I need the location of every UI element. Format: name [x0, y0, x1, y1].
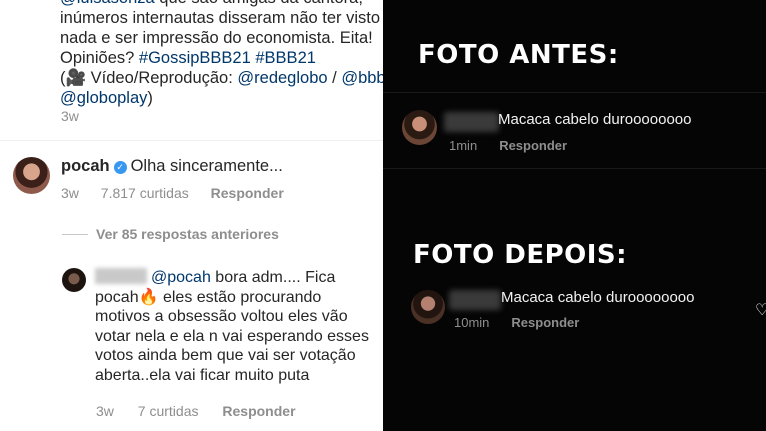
caption-text: ) — [147, 89, 153, 107]
heading-after: FOTO DEPOIS: — [413, 240, 628, 270]
reply-button[interactable]: Responder — [222, 403, 295, 419]
caption-line: inúmeros internautas disseram não ter vi… — [60, 8, 380, 28]
reply-text: bora adm.... Fica pocah🔥 eles estão proc… — [95, 269, 369, 384]
verified-badge-icon: ✓ — [113, 161, 127, 174]
caption-text: / — [327, 69, 342, 87]
avatar[interactable] — [13, 157, 50, 194]
caption-text: nada e ser impressão do economista. Eita… — [60, 29, 373, 47]
divider — [383, 168, 766, 169]
comment-time[interactable]: 10min — [454, 315, 489, 330]
heading-before: FOTO ANTES: — [418, 40, 619, 70]
caption-text: (🎥 Vídeo/Reprodução: — [60, 69, 238, 87]
blurred-username — [444, 112, 499, 132]
reply-comment: @pocah bora adm.... Fica pocah🔥 eles est… — [95, 268, 380, 385]
comment-time[interactable]: 3w — [61, 185, 79, 201]
caption-text: inúmeros internautas disseram não ter vi… — [60, 9, 381, 27]
caption-link[interactable]: @luisasonza — [60, 0, 155, 7]
caption-line: nada e ser impressão do economista. Eita… — [60, 28, 380, 48]
caption-link[interactable]: @redeglobo — [237, 69, 327, 87]
divider — [383, 92, 766, 93]
comment-text: Macaca cabelo duroooooooo — [498, 111, 692, 128]
caption-line: Opiniões? #GossipBBB21 #BBB21 — [60, 48, 380, 68]
comment-meta: 1min Responder — [449, 138, 567, 153]
reply-likes[interactable]: 7 curtidas — [138, 403, 199, 419]
blurred-username — [95, 268, 147, 284]
replies-dash — [62, 234, 88, 235]
avatar[interactable] — [402, 110, 437, 145]
view-previous-replies[interactable]: Ver 85 respostas anteriores — [62, 226, 279, 242]
caption-link[interactable]: #GossipBBB21 #BBB21 — [139, 49, 316, 67]
view-replies-label: Ver 85 respostas anteriores — [96, 226, 279, 242]
caption-link[interactable]: @globoplay — [60, 89, 147, 107]
comment: pocah ✓ Olha sinceramente... — [61, 157, 283, 176]
caption-line: (🎥 Vídeo/Reprodução: @redeglobo / @bbb — [60, 68, 383, 88]
caption-text: que são amigas da cantora, — [155, 0, 363, 7]
comment-time[interactable]: 1min — [449, 138, 477, 153]
post-caption: @luisasonza que são amigas da cantora,in… — [60, 0, 383, 108]
comment-text: Macaca cabelo duroooooooo — [501, 289, 695, 306]
caption-line: @luisasonza que são amigas da cantora, — [60, 0, 380, 8]
avatar[interactable] — [411, 290, 445, 324]
comment-likes[interactable]: 7.817 curtidas — [101, 185, 189, 201]
reply-button[interactable]: Responder — [511, 315, 579, 330]
caption-line: @globoplay) — [60, 88, 380, 108]
mention-link[interactable]: @pocah — [151, 269, 211, 286]
comment-meta: 10min Responder — [454, 315, 579, 330]
comment-username[interactable]: pocah — [61, 157, 110, 175]
reply-meta: 3w 7 curtidas Responder — [96, 403, 316, 419]
blurred-username — [449, 290, 501, 310]
instagram-comments-light: @luisasonza que são amigas da cantora,in… — [0, 0, 383, 431]
dark-comparison-panel: FOTO ANTES: Macaca cabelo duroooooooo 1m… — [383, 0, 766, 431]
caption-text: Opiniões? — [60, 49, 139, 67]
reply-time[interactable]: 3w — [96, 403, 114, 419]
caption-timestamp: 3w — [61, 108, 79, 124]
reply-button[interactable]: Responder — [211, 185, 284, 201]
divider — [0, 140, 383, 141]
avatar[interactable] — [62, 268, 86, 292]
reply-button[interactable]: Responder — [499, 138, 567, 153]
caption-link[interactable]: @bbb — [341, 69, 383, 87]
comment-meta: 3w 7.817 curtidas Responder — [61, 185, 302, 201]
comment-text: Olha sinceramente... — [130, 157, 283, 175]
heart-outline-icon[interactable]: ♡ — [755, 300, 766, 320]
